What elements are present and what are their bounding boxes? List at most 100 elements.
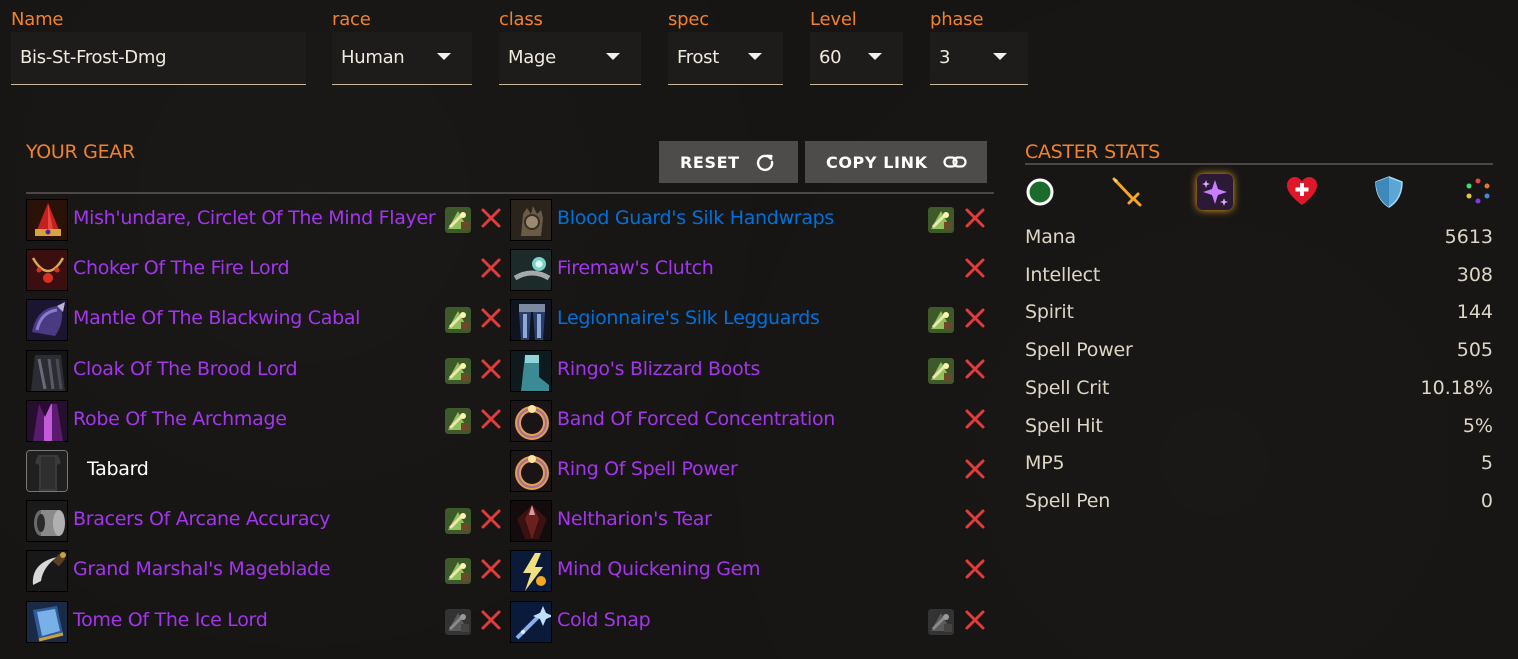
necklace-icon[interactable] (26, 249, 68, 292)
level-select[interactable]: Level 60 (810, 8, 903, 85)
close-icon[interactable] (963, 357, 987, 381)
enchant-icon[interactable] (445, 407, 471, 434)
item-name[interactable]: Choker Of The Fire Lord (73, 257, 290, 279)
item-name[interactable]: Tome Of The Ice Lord (73, 609, 268, 631)
item-name[interactable]: Firemaw's Clutch (557, 257, 714, 279)
gear-slot-mind-quickening-gem[interactable]: Mind Quickening Gem (510, 550, 989, 593)
item-name[interactable]: Neltharion's Tear (557, 508, 712, 530)
reset-button[interactable]: RESET (659, 141, 798, 183)
item-name[interactable]: Cloak Of The Brood Lord (73, 358, 298, 380)
shoulder-icon[interactable] (26, 299, 68, 342)
gear-slot-firemaw-s-clutch[interactable]: Firemaw's Clutch (510, 249, 989, 292)
copy-link-button[interactable]: COPY LINK (805, 141, 987, 183)
close-icon[interactable] (963, 608, 987, 632)
gear-slot-bracers-of-arcane-accuracy[interactable]: Bracers Of Arcane Accuracy (26, 500, 505, 543)
enchant-icon[interactable] (445, 508, 471, 535)
spec-dropdown[interactable]: Frost (668, 32, 783, 85)
race-dropdown[interactable]: Human (332, 32, 472, 85)
gear-slot-choker-of-the-fire-lord[interactable]: Choker Of The Fire Lord (26, 249, 505, 292)
item-name[interactable]: Ringo's Blizzard Boots (557, 358, 760, 380)
ring-icon[interactable] (510, 450, 552, 492)
phase-select[interactable]: phase 3 (930, 8, 1028, 85)
level-dropdown[interactable]: 60 (810, 32, 903, 85)
helm-icon[interactable] (26, 199, 68, 241)
enchant-icon[interactable] (445, 608, 471, 635)
close-icon[interactable] (479, 206, 503, 230)
gem-icon[interactable] (510, 500, 552, 543)
close-icon[interactable] (479, 608, 503, 632)
gear-slot-robe-of-the-archmage[interactable]: Robe Of The Archmage (26, 399, 505, 442)
close-icon[interactable] (479, 407, 503, 431)
item-name[interactable]: Bracers Of Arcane Accuracy (73, 508, 331, 530)
sword-icon[interactable] (1109, 174, 1145, 210)
close-icon[interactable] (963, 457, 987, 481)
circle-icon[interactable] (1022, 174, 1058, 210)
gear-slot-tabard[interactable]: Tabard (26, 450, 505, 492)
name-field[interactable]: Name Bis-St-Frost-Dmg (11, 8, 306, 85)
gear-slot-mantle-of-the-blackwing-cabal[interactable]: Mantle Of The Blackwing Cabal (26, 299, 505, 342)
enchant-icon[interactable] (445, 357, 471, 384)
item-name[interactable]: Robe Of The Archmage (73, 408, 287, 430)
belt-icon[interactable] (510, 249, 552, 292)
item-name[interactable]: Blood Guard's Silk Handwraps (557, 207, 834, 229)
legs-icon[interactable] (510, 299, 552, 342)
close-icon[interactable] (479, 256, 503, 280)
close-icon[interactable] (479, 557, 503, 581)
book-icon[interactable] (26, 600, 68, 643)
enchant-icon[interactable] (928, 207, 954, 233)
gear-slot-legionnaire-s-silk-legguards[interactable]: Legionnaire's Silk Legguards (510, 299, 989, 342)
item-name[interactable]: Cold Snap (557, 609, 651, 631)
item-name[interactable]: Ring Of Spell Power (557, 458, 738, 480)
close-icon[interactable] (963, 306, 987, 330)
gear-slot-blood-guard-s-silk-handwraps[interactable]: Blood Guard's Silk Handwraps (510, 199, 989, 241)
gear-slot-tome-of-the-ice-lord[interactable]: Tome Of The Ice Lord (26, 600, 505, 643)
robe-icon[interactable] (26, 399, 68, 442)
sparkle-tab[interactable] (1197, 174, 1233, 210)
spec-select[interactable]: spec Frost (668, 8, 783, 85)
wand-icon[interactable] (510, 600, 552, 643)
item-name[interactable]: Mind Quickening Gem (557, 558, 761, 580)
gloves-icon[interactable] (510, 199, 552, 241)
enchant-icon[interactable] (445, 558, 471, 585)
gear-slot-cold-snap[interactable]: Cold Snap (510, 600, 989, 643)
item-name[interactable]: Tabard (87, 458, 149, 480)
item-name[interactable]: Mish'undare, Circlet Of The Mind Flayer (73, 207, 436, 229)
close-icon[interactable] (479, 306, 503, 330)
item-name[interactable]: Legionnaire's Silk Legguards (557, 307, 820, 329)
class-select[interactable]: class Mage (499, 8, 641, 85)
cloak-icon[interactable] (26, 349, 68, 392)
boots-icon[interactable] (510, 349, 552, 392)
gear-slot-mish-undare-circlet-of-the-mind-flayer[interactable]: Mish'undare, Circlet Of The Mind Flayer (26, 199, 505, 241)
close-icon[interactable] (963, 407, 987, 431)
enchant-icon[interactable] (928, 357, 954, 384)
bracers-icon[interactable] (26, 500, 68, 543)
heart-icon[interactable] (1284, 174, 1320, 210)
ring-icon[interactable] (510, 399, 552, 442)
race-select[interactable]: race Human (332, 8, 472, 85)
class-dropdown[interactable]: Mage (499, 32, 641, 85)
lightning-icon[interactable] (510, 550, 552, 593)
dagger-icon[interactable] (26, 550, 68, 593)
shield-icon[interactable] (1371, 174, 1407, 210)
gems-icon[interactable] (1460, 174, 1496, 210)
name-input[interactable]: Bis-St-Frost-Dmg (11, 32, 306, 85)
enchant-icon[interactable] (445, 207, 471, 233)
item-name[interactable]: Band Of Forced Concentration (557, 408, 835, 430)
gear-slot-grand-marshal-s-mageblade[interactable]: Grand Marshal's Mageblade (26, 550, 505, 593)
gear-slot-cloak-of-the-brood-lord[interactable]: Cloak Of The Brood Lord (26, 349, 505, 392)
close-icon[interactable] (479, 507, 503, 531)
gear-slot-band-of-forced-concentration[interactable]: Band Of Forced Concentration (510, 399, 989, 442)
item-name[interactable]: Mantle Of The Blackwing Cabal (73, 307, 360, 329)
enchant-icon[interactable] (445, 307, 471, 334)
gear-slot-ringo-s-blizzard-boots[interactable]: Ringo's Blizzard Boots (510, 349, 989, 392)
close-icon[interactable] (963, 507, 987, 531)
enchant-icon[interactable] (928, 307, 954, 334)
close-icon[interactable] (963, 256, 987, 280)
item-name[interactable]: Grand Marshal's Mageblade (73, 558, 331, 580)
close-icon[interactable] (963, 206, 987, 230)
enchant-icon[interactable] (928, 608, 954, 635)
tabard-icon[interactable] (26, 450, 68, 492)
close-icon[interactable] (479, 357, 503, 381)
close-icon[interactable] (963, 557, 987, 581)
phase-dropdown[interactable]: 3 (930, 32, 1028, 85)
